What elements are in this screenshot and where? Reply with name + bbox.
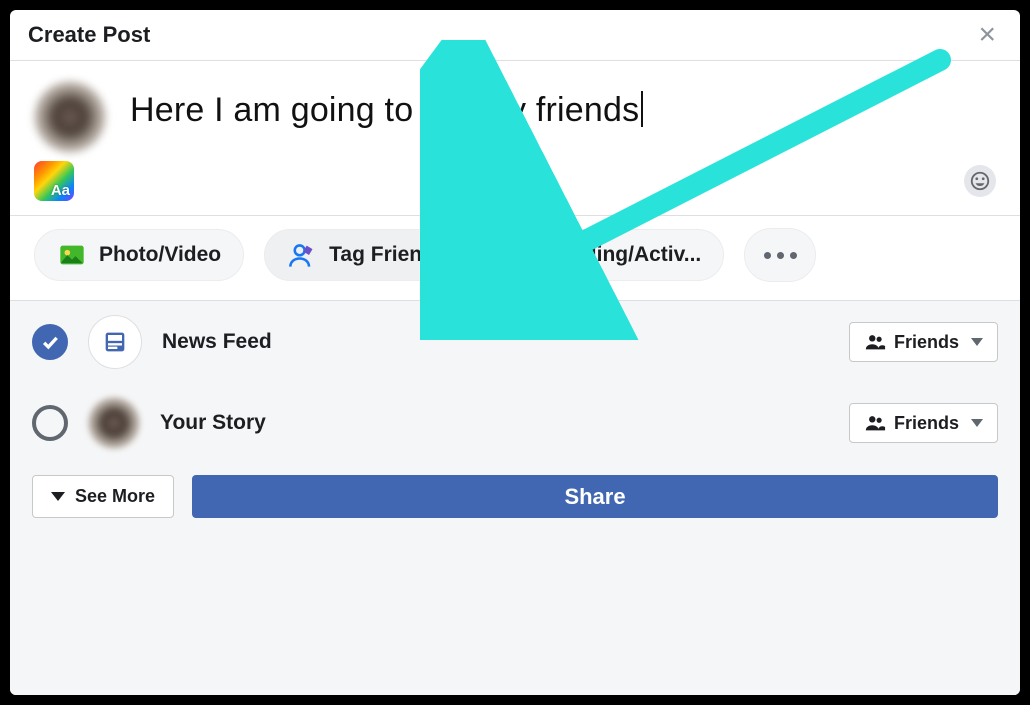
destination-news-feed[interactable]: News Feed Friends — [10, 301, 1020, 383]
your-story-label: Your Story — [160, 411, 266, 435]
chevron-down-icon — [51, 492, 65, 501]
emoji-picker-button[interactable] — [964, 165, 996, 197]
chevron-down-icon — [971, 338, 983, 346]
photo-video-pill[interactable]: Photo/Video — [34, 229, 244, 281]
avatar — [34, 81, 106, 153]
photo-icon — [57, 240, 87, 270]
your-story-avatar — [88, 397, 140, 449]
destinations-panel: News Feed Friends Your Story Friends — [10, 300, 1020, 695]
check-icon — [40, 332, 60, 352]
share-button[interactable]: Share — [192, 475, 998, 518]
friends-icon — [864, 412, 886, 434]
feeling-activity-pill[interactable]: Feeling/Activ... — [490, 229, 725, 281]
ellipsis-icon — [764, 252, 771, 259]
see-more-button[interactable]: See More — [32, 475, 174, 518]
your-story-audience-label: Friends — [894, 413, 959, 434]
dialog-header: Create Post × — [10, 10, 1020, 61]
news-feed-audience-button[interactable]: Friends — [849, 322, 998, 362]
post-text-input[interactable]: Here I am going to tag my friends — [130, 81, 996, 130]
dialog-footer: See More Share — [10, 463, 1020, 536]
post-text-value: Here I am going to tag my friends — [130, 91, 639, 129]
your-story-audience-button[interactable]: Friends — [849, 403, 998, 443]
dialog-title: Create Post — [28, 22, 150, 48]
composer-tools-row: Aa — [10, 161, 1020, 215]
news-feed-audience-label: Friends — [894, 332, 959, 353]
news-feed-radio[interactable] — [32, 324, 68, 360]
your-story-radio[interactable] — [32, 405, 68, 441]
friends-icon — [864, 331, 886, 353]
background-aa-label: Aa — [51, 182, 70, 199]
see-more-label: See More — [75, 486, 155, 507]
feeling-activity-label: Feeling/Activ... — [555, 243, 702, 267]
tag-friends-pill[interactable]: Tag Friends — [264, 229, 469, 281]
news-feed-label: News Feed — [162, 330, 272, 354]
news-feed-icon — [88, 315, 142, 369]
more-options-pill[interactable] — [744, 228, 816, 282]
close-icon[interactable]: × — [972, 20, 1002, 50]
smile-icon — [969, 170, 991, 192]
destination-your-story[interactable]: Your Story Friends — [10, 383, 1020, 463]
attachment-pill-bar: Photo/Video Tag Friends Feeling/Activ... — [10, 215, 1020, 300]
create-post-dialog: Create Post × Here I am going to tag my … — [10, 10, 1020, 695]
background-color-picker[interactable]: Aa — [34, 161, 74, 201]
chevron-down-icon — [971, 419, 983, 427]
tag-friends-label: Tag Friends — [329, 243, 446, 267]
tag-friends-icon — [287, 240, 317, 270]
feeling-icon — [513, 240, 543, 270]
composer-area: Here I am going to tag my friends — [10, 61, 1020, 161]
photo-video-label: Photo/Video — [99, 243, 221, 267]
text-caret — [641, 91, 643, 127]
